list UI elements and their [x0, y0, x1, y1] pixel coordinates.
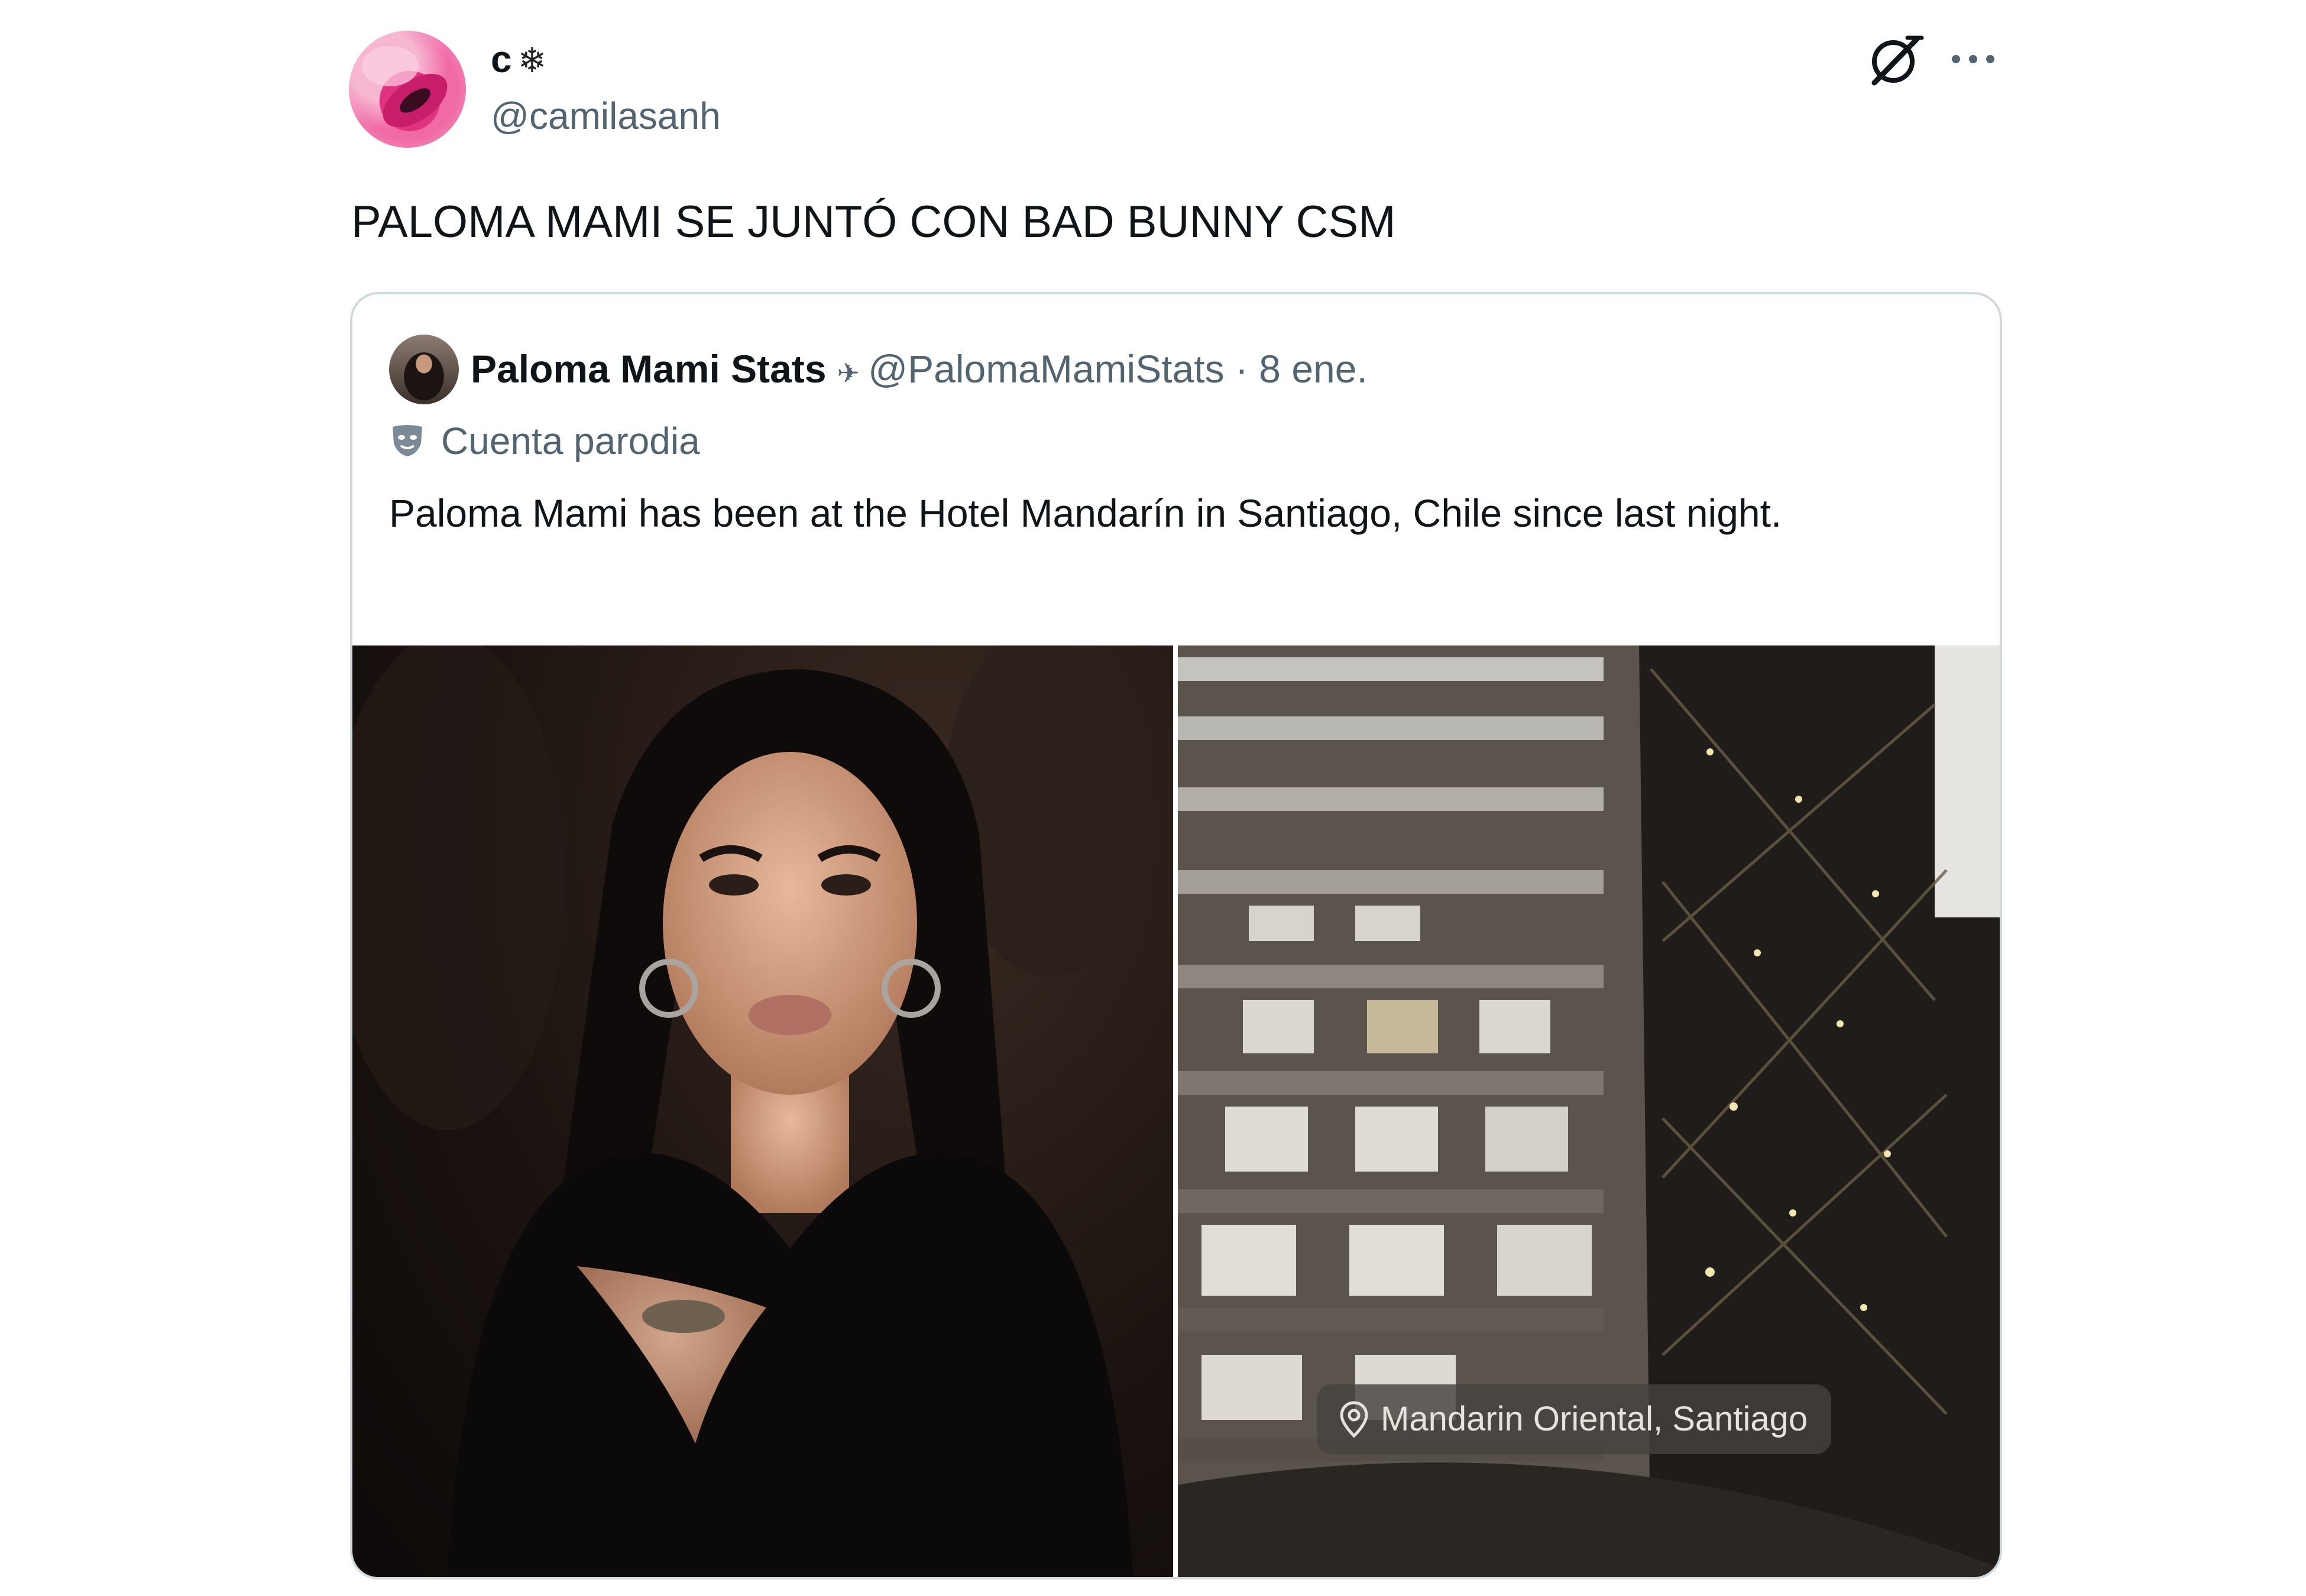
portrait-illustration — [352, 645, 1157, 1577]
header-separator: · — [1235, 347, 1248, 391]
plane-icon: ✈ — [837, 358, 860, 388]
location-sticker-text: Mandarin Oriental, Santiago — [1381, 1400, 1808, 1438]
parody-mask-icon — [393, 425, 422, 456]
author-display-name[interactable]: c ❄ — [491, 37, 546, 83]
portrait-photo[interactable] — [352, 645, 1173, 1577]
hotel-atrium-photo[interactable]: Mandarin Oriental, Santiago — [1178, 645, 2000, 1577]
snowflake-icon: ❄ — [517, 41, 547, 80]
photo-divider — [1173, 645, 1178, 1577]
author-avatar[interactable] — [349, 31, 466, 148]
parody-label-text: Cuenta parodia — [441, 420, 700, 462]
grok-icon[interactable] — [1863, 31, 1928, 90]
display-name-text: c — [491, 38, 512, 80]
parody-label: Cuenta parodia — [389, 416, 700, 466]
more-icon[interactable] — [1939, 31, 2010, 90]
quoted-tweet-header: Paloma Mami Stats ✈ @PalomaMamiStats · 8 e… — [471, 344, 1368, 398]
quoted-tweet-text: Paloma Mami has been at the Hotel Mandar… — [389, 491, 1782, 535]
quoted-author-avatar[interactable] — [389, 335, 459, 404]
location-sticker: Mandarin Oriental, Santiago — [1317, 1384, 1832, 1454]
lips-image — [362, 46, 448, 128]
tweet-text: PALOMA MAMI SE JUNTÓ CON BAD BUNNY CSM — [351, 197, 1396, 247]
quoted-display-name[interactable]: Paloma Mami Stats — [471, 347, 827, 391]
quoted-tweet[interactable]: Paloma Mami Stats ✈ @PalomaMamiStats · 8 e… — [350, 292, 2002, 1579]
location-pin-icon — [1340, 1401, 1368, 1438]
quoted-handle[interactable]: @PalomaMamiStats — [868, 347, 1225, 391]
quoted-date[interactable]: 8 ene. — [1259, 347, 1368, 391]
tweet: c ❄ @camilasanh PALOMA MAMI SE JUNTÓ CON … — [0, 0, 2306, 1596]
media-grid: Mandarin Oriental, Santiago — [352, 645, 2000, 1577]
author-handle[interactable]: @camilasanh — [491, 93, 721, 138]
